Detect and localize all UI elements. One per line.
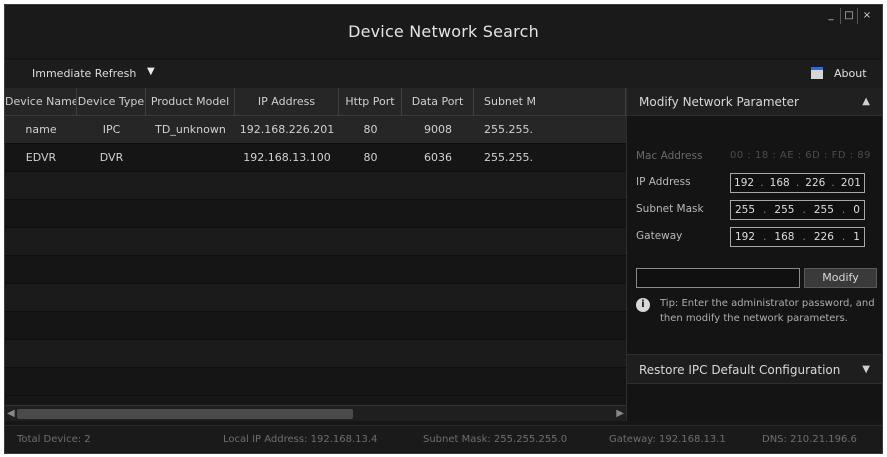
status-bar: Total Device: 2 Local IP Address: 192.16… bbox=[5, 425, 882, 453]
table-row[interactable]: EDVR DVR 192.168.13.100 80 6036 255.255. bbox=[5, 144, 626, 172]
cell-device-type: DVR bbox=[99, 151, 124, 164]
table-header: Device Name Device Type Product Model IP… bbox=[5, 88, 626, 116]
table-body: name IPC TD_unknown 192.168.226.201 80 9… bbox=[5, 116, 626, 396]
cell-http-port: 80 bbox=[363, 123, 378, 136]
mask-octet[interactable]: 255 bbox=[735, 204, 755, 216]
empty-row bbox=[5, 368, 626, 396]
restore-default-config-title: Restore IPC Default Configuration bbox=[639, 363, 841, 377]
ip-address-field[interactable]: 192. 168. 226. 201 bbox=[730, 173, 865, 193]
cell-device-type: IPC bbox=[102, 123, 121, 136]
cell-data-port: 6036 bbox=[424, 151, 452, 164]
subnet-mask-label: Subnet Mask bbox=[636, 203, 704, 215]
column-header-subnet-mask[interactable]: Subnet M bbox=[474, 88, 626, 116]
gateway-octet[interactable]: 192 bbox=[735, 231, 755, 243]
cell-subnet-mask: 255.255. bbox=[484, 151, 533, 164]
cell-product-model: TD_unknown bbox=[155, 123, 226, 136]
toolbar: Immediate Refresh ▼ About bbox=[5, 60, 882, 88]
title-bar: Device Network Search _ □ × bbox=[5, 5, 882, 58]
scroll-right-icon[interactable]: ▶ bbox=[616, 408, 624, 419]
cell-product-model bbox=[146, 144, 235, 172]
column-header-product-model[interactable]: Product Model bbox=[146, 88, 235, 116]
empty-row bbox=[5, 256, 626, 284]
cell-device-name: name bbox=[25, 123, 57, 136]
column-header-device-name[interactable]: Device Name bbox=[5, 88, 77, 116]
column-header-data-port[interactable]: Data Port bbox=[402, 88, 474, 116]
empty-row bbox=[5, 284, 626, 312]
info-icon: i bbox=[636, 298, 650, 312]
mac-address-value: 00 : 18 : AE : 6D : FD : 89 bbox=[730, 150, 871, 161]
empty-row bbox=[5, 228, 626, 256]
subnet-mask-field[interactable]: 255. 255. 255. 0 bbox=[730, 200, 865, 220]
cell-ip-address: 192.168.13.100 bbox=[243, 151, 331, 164]
device-table: Device Name Device Type Product Model IP… bbox=[5, 88, 626, 410]
empty-row bbox=[5, 200, 626, 228]
mask-octet[interactable]: 255 bbox=[774, 204, 794, 216]
local-ip-address: Local IP Address: 192.168.13.4 bbox=[223, 434, 378, 445]
gateway-octet[interactable]: 1 bbox=[853, 231, 860, 243]
gateway-field[interactable]: 192. 168. 226. 1 bbox=[730, 227, 865, 247]
chevron-up-icon[interactable]: ▲ bbox=[862, 96, 870, 107]
modify-button[interactable]: Modify bbox=[804, 268, 877, 288]
ip-octet[interactable]: 168 bbox=[770, 177, 790, 189]
dns-status: DNS: 210.21.196.6 bbox=[762, 434, 857, 445]
mac-address-row: Mac Address 00 : 18 : AE : 6D : FD : 89 bbox=[627, 146, 882, 168]
refresh-mode-button[interactable]: Immediate Refresh bbox=[32, 67, 136, 80]
table-row[interactable]: name IPC TD_unknown 192.168.226.201 80 9… bbox=[5, 116, 626, 144]
gateway-label: Gateway bbox=[636, 230, 683, 242]
restore-default-config-section[interactable]: Restore IPC Default Configuration ▼ bbox=[627, 354, 882, 384]
empty-row bbox=[5, 312, 626, 340]
panel-header[interactable]: Modify Network Parameter ▲ bbox=[627, 88, 882, 116]
close-button[interactable]: × bbox=[858, 8, 876, 24]
panel-title: Modify Network Parameter bbox=[639, 95, 799, 109]
ip-octet[interactable]: 201 bbox=[841, 177, 861, 189]
mask-octet[interactable]: 255 bbox=[814, 204, 834, 216]
gateway-octet[interactable]: 168 bbox=[774, 231, 794, 243]
about-button[interactable]: About bbox=[834, 67, 867, 80]
column-header-http-port[interactable]: Http Port bbox=[339, 88, 402, 116]
minimize-button[interactable]: _ bbox=[822, 8, 840, 24]
gateway-octet[interactable]: 226 bbox=[814, 231, 834, 243]
subnet-mask-row: Subnet Mask 255. 255. 255. 0 bbox=[627, 199, 882, 221]
chevron-down-icon[interactable]: ▼ bbox=[147, 66, 155, 77]
window-title: Device Network Search bbox=[348, 22, 539, 41]
window-controls: _ □ × bbox=[822, 8, 876, 24]
empty-row bbox=[5, 340, 626, 368]
about-icon[interactable] bbox=[811, 67, 823, 79]
app-window: Device Network Search _ □ × Immediate Re… bbox=[4, 4, 883, 454]
scrollbar-thumb[interactable] bbox=[17, 409, 353, 419]
cell-ip-address: 192.168.226.201 bbox=[239, 123, 335, 136]
total-device-count: Total Device: 2 bbox=[17, 434, 91, 445]
horizontal-scrollbar[interactable]: ◀ ▶ bbox=[5, 405, 626, 421]
cell-subnet-mask: 255.255. bbox=[484, 123, 533, 136]
maximize-button[interactable]: □ bbox=[840, 8, 858, 24]
cell-data-port: 9008 bbox=[424, 123, 452, 136]
ip-octet[interactable]: 226 bbox=[805, 177, 825, 189]
cell-device-name: EDVR bbox=[25, 151, 57, 164]
mask-octet[interactable]: 0 bbox=[853, 204, 860, 216]
gateway-row: Gateway 192. 168. 226. 1 bbox=[627, 226, 882, 248]
ip-address-label: IP Address bbox=[636, 176, 691, 188]
cell-http-port: 80 bbox=[363, 151, 378, 164]
ip-octet[interactable]: 192 bbox=[734, 177, 754, 189]
column-header-ip-address[interactable]: IP Address bbox=[235, 88, 339, 116]
mac-address-label: Mac Address bbox=[636, 150, 703, 162]
gateway-status: Gateway: 192.168.13.1 bbox=[609, 434, 726, 445]
empty-row bbox=[5, 172, 626, 200]
column-header-device-type[interactable]: Device Type bbox=[77, 88, 146, 116]
modify-network-panel: Modify Network Parameter ▲ Mac Address 0… bbox=[626, 88, 882, 421]
subnet-mask-status: Subnet Mask: 255.255.255.0 bbox=[423, 434, 568, 445]
chevron-down-icon[interactable]: ▼ bbox=[862, 364, 870, 375]
tip-text: Tip: Enter the administrator password, a… bbox=[660, 298, 875, 324]
scroll-left-icon[interactable]: ◀ bbox=[7, 408, 15, 419]
admin-password-input[interactable] bbox=[636, 268, 800, 288]
ip-address-row: IP Address 192. 168. 226. 201 bbox=[627, 172, 882, 194]
